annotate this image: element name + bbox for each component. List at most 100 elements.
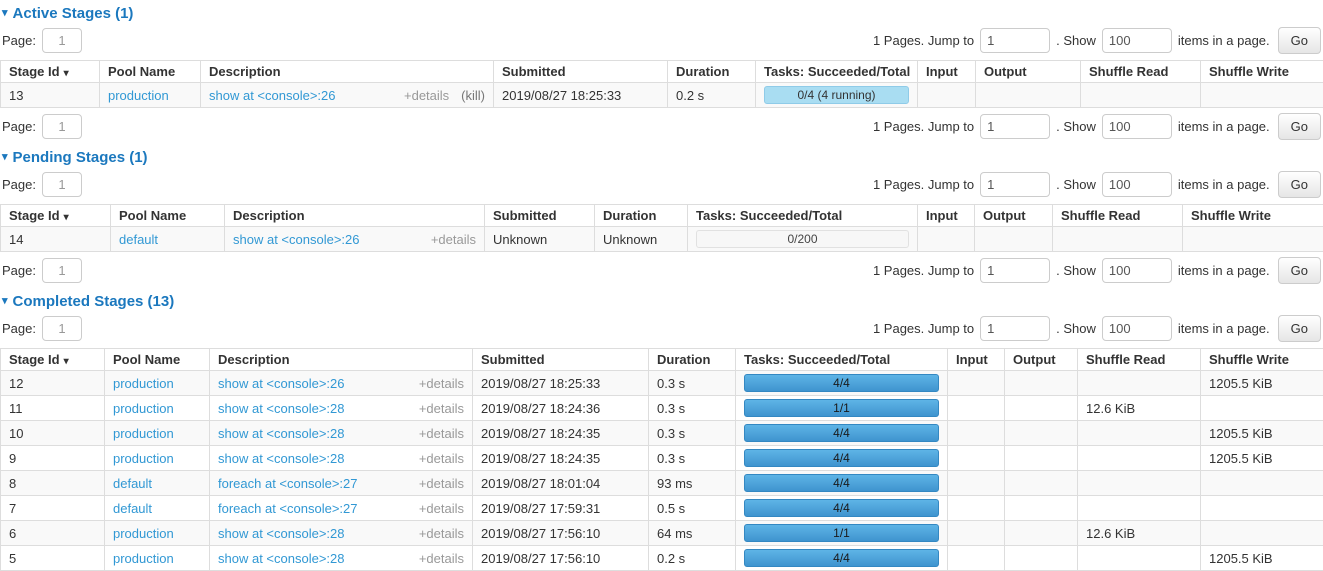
items-per-page-input[interactable] [1102, 172, 1172, 197]
go-button[interactable]: Go [1278, 113, 1321, 140]
stage-description-link[interactable]: show at <console>:26 [218, 376, 344, 391]
description-cell: foreach at <console>:27 +details [210, 471, 473, 496]
column-header-pool-name[interactable]: Pool Name [100, 61, 201, 83]
column-header-stage-id[interactable]: Stage Id▾ [1, 205, 111, 227]
stage-description-link[interactable]: show at <console>:28 [218, 526, 344, 541]
output-cell [1005, 396, 1078, 421]
column-header-description[interactable]: Description [201, 61, 494, 83]
details-toggle[interactable]: +details [419, 551, 464, 566]
go-button[interactable]: Go [1278, 315, 1321, 342]
column-header-stage-id[interactable]: Stage Id▾ [1, 349, 105, 371]
column-header-output[interactable]: Output [976, 61, 1081, 83]
column-header-duration[interactable]: Duration [649, 349, 736, 371]
pool-name-link[interactable]: production [113, 401, 174, 416]
column-header-shuffle-read[interactable]: Shuffle Read [1053, 205, 1183, 227]
details-toggle[interactable]: +details [419, 526, 464, 541]
submitted-cell: 2019/08/27 17:56:10 [473, 546, 649, 571]
output-cell [1005, 471, 1078, 496]
output-cell [1005, 521, 1078, 546]
completed-stages-table: Stage Id▾Pool NameDescriptionSubmitted Du… [0, 348, 1323, 571]
pagination-row-pending-bottom: Page:1 Pages. Jump to. Showitems in a pa… [0, 252, 1323, 288]
column-header-shuffle-write[interactable]: Shuffle Write [1201, 349, 1323, 371]
section-heading-completed-stages[interactable]: ▾Completed Stages (13) [2, 293, 1323, 310]
stage-description-link[interactable]: show at <console>:26 [209, 88, 335, 103]
column-header-input[interactable]: Input [948, 349, 1005, 371]
column-header-output[interactable]: Output [975, 205, 1053, 227]
page-number-input[interactable] [42, 114, 82, 139]
column-header-input[interactable]: Input [918, 61, 976, 83]
stage-description-link[interactable]: show at <console>:28 [218, 401, 344, 416]
details-toggle[interactable]: +details [404, 88, 449, 103]
column-header-pool-name[interactable]: Pool Name [111, 205, 225, 227]
page-number-input[interactable] [42, 258, 82, 283]
column-header-description[interactable]: Description [225, 205, 485, 227]
details-toggle[interactable]: +details [419, 426, 464, 441]
pool-name-link[interactable]: default [119, 232, 158, 247]
stage-description-link[interactable]: show at <console>:28 [218, 551, 344, 566]
duration-cell: 0.3 s [649, 421, 736, 446]
stage-description-link[interactable]: show at <console>:26 [233, 232, 359, 247]
page-number-input[interactable] [42, 316, 82, 341]
items-per-page-input[interactable] [1102, 316, 1172, 341]
column-header-tasks-succeeded-total[interactable]: Tasks: Succeeded/Total [688, 205, 918, 227]
go-button[interactable]: Go [1278, 171, 1321, 198]
stage-description-link[interactable]: foreach at <console>:27 [218, 476, 358, 491]
items-per-page-input[interactable] [1102, 258, 1172, 283]
details-toggle[interactable]: +details [419, 376, 464, 391]
page-number-input[interactable] [42, 172, 82, 197]
details-toggle[interactable]: +details [419, 451, 464, 466]
kill-link[interactable]: (kill) [461, 88, 485, 103]
column-header-tasks-succeeded-total[interactable]: Tasks: Succeeded/Total [756, 61, 918, 83]
column-header-duration[interactable]: Duration [668, 61, 756, 83]
items-per-page-input[interactable] [1102, 28, 1172, 53]
column-header-shuffle-read[interactable]: Shuffle Read [1078, 349, 1201, 371]
pool-name-link[interactable]: production [108, 88, 169, 103]
stage-description-link[interactable]: show at <console>:28 [218, 426, 344, 441]
details-toggle[interactable]: +details [419, 501, 464, 516]
tasks-progress-cell: 1/1 [736, 396, 948, 421]
column-header-shuffle-read[interactable]: Shuffle Read [1081, 61, 1201, 83]
details-toggle[interactable]: +details [431, 232, 476, 247]
pool-name-link[interactable]: production [113, 526, 174, 541]
section-heading-pending-stages[interactable]: ▾Pending Stages (1) [2, 149, 1323, 166]
column-header-label: Duration [657, 352, 710, 367]
stage-description-link[interactable]: foreach at <console>:27 [218, 501, 358, 516]
jump-to-page-input[interactable] [980, 316, 1050, 341]
jump-to-page-input[interactable] [980, 28, 1050, 53]
column-header-output[interactable]: Output [1005, 349, 1078, 371]
pool-name-link[interactable]: default [113, 501, 152, 516]
shuffle-write-cell: 1205.5 KiB [1201, 446, 1323, 471]
stage-description-link[interactable]: show at <console>:28 [218, 451, 344, 466]
input-cell [948, 446, 1005, 471]
column-header-duration[interactable]: Duration [595, 205, 688, 227]
column-header-tasks-succeeded-total[interactable]: Tasks: Succeeded/Total [736, 349, 948, 371]
column-header-submitted[interactable]: Submitted [473, 349, 649, 371]
duration-cell: 0.2 s [668, 83, 756, 108]
column-header-input[interactable]: Input [918, 205, 975, 227]
column-header-submitted[interactable]: Submitted [494, 61, 668, 83]
pool-name-link[interactable]: production [113, 451, 174, 466]
pool-name-link[interactable]: production [113, 426, 174, 441]
details-toggle[interactable]: +details [419, 401, 464, 416]
pool-name-link[interactable]: production [113, 551, 174, 566]
column-header-stage-id[interactable]: Stage Id▾ [1, 61, 100, 83]
items-per-page-input[interactable] [1102, 114, 1172, 139]
column-header-pool-name[interactable]: Pool Name [105, 349, 210, 371]
column-header-description[interactable]: Description [210, 349, 473, 371]
jump-to-page-input[interactable] [980, 172, 1050, 197]
jump-to-page-input[interactable] [980, 114, 1050, 139]
go-button[interactable]: Go [1278, 27, 1321, 54]
column-header-shuffle-write[interactable]: Shuffle Write [1201, 61, 1323, 83]
column-header-submitted[interactable]: Submitted [485, 205, 595, 227]
jump-to-page-input[interactable] [980, 258, 1050, 283]
pool-name-cell: production [105, 371, 210, 396]
page-label: Page: [2, 177, 36, 192]
pool-name-link[interactable]: default [113, 476, 152, 491]
go-button[interactable]: Go [1278, 257, 1321, 284]
section-heading-active-stages[interactable]: ▾Active Stages (1) [2, 5, 1323, 22]
pool-name-link[interactable]: production [113, 376, 174, 391]
page-number-input[interactable] [42, 28, 82, 53]
column-header-shuffle-write[interactable]: Shuffle Write [1183, 205, 1323, 227]
details-toggle[interactable]: +details [419, 476, 464, 491]
column-header-label: Description [209, 64, 281, 79]
